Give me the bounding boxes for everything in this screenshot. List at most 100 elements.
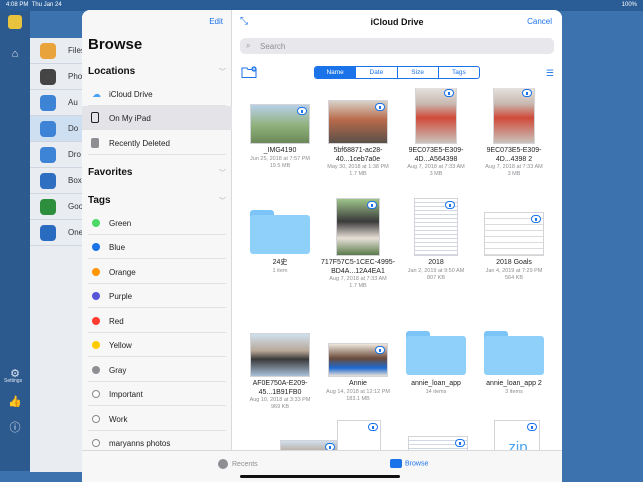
tags-header[interactable]: Tags ﹀: [88, 195, 226, 206]
folder-icon: [390, 459, 402, 468]
favorites-header[interactable]: Favorites ﹀: [88, 167, 226, 178]
file-thumbnail: [414, 198, 458, 256]
home-icon: ⌂: [11, 48, 19, 60]
browse-sidebar: Edit Browse Locations ﹀ ☁ iCloud Drive On…: [82, 10, 232, 450]
file-item[interactable]: 9EC073E5-E309-4D...A564398 Aug 7, 2018 a…: [398, 88, 474, 198]
location-icloud-drive[interactable]: ☁ iCloud Drive: [88, 82, 226, 106]
tag-work[interactable]: Work: [88, 407, 226, 431]
cloud-download-icon: [375, 346, 385, 354]
chevron-down-icon: ﹀: [219, 170, 226, 177]
file-browser: ⤡ iCloud Drive Cancel ⌕ Search Name Date…: [232, 10, 562, 450]
location-recently-deleted[interactable]: Recently Deleted: [88, 131, 226, 155]
bg-row: Pho: [30, 64, 90, 90]
search-input[interactable]: ⌕ Search: [240, 38, 554, 54]
thumbs-up-icon: 👍: [8, 396, 22, 408]
tag-dot-icon: [92, 243, 100, 251]
sort-tags-button[interactable]: Tags: [439, 67, 479, 78]
file-thumbnail[interactable]: [408, 436, 468, 450]
file-item[interactable]: 717F57C5-1CEC-4995-BD4A...12A4EA1 Aug 7,…: [320, 198, 396, 310]
folder-icon: [250, 210, 310, 254]
trash-icon: [91, 138, 99, 148]
file-item[interactable]: 2018 Jan 2, 2019 at 9:50 AM 807 KB: [398, 198, 474, 310]
file-item[interactable]: 2018 Goals Jan 4, 2019 at 7:29 PM 564 KB: [476, 200, 552, 310]
tag-orange[interactable]: Orange: [88, 260, 226, 284]
locations-header[interactable]: Locations ﹀: [88, 66, 226, 77]
background-list: Files Pho Au Do Dro Box Goo One: [30, 38, 90, 472]
tab-browse[interactable]: Browse: [390, 459, 428, 468]
search-icon: ⌕: [246, 41, 251, 50]
file-thumbnail[interactable]: [337, 420, 381, 450]
bg-row: Au: [30, 90, 90, 116]
file-thumbnail: [250, 104, 310, 144]
cloud-download-icon: [367, 201, 377, 209]
notes-app-icon: [8, 15, 22, 29]
tag-important[interactable]: Important: [88, 382, 226, 406]
file-thumbnail: [336, 198, 380, 256]
file-item[interactable]: _IMG4190 Jun 25, 2018 at 7:57 PM 19.5 MB: [242, 88, 318, 198]
browse-title: Browse: [88, 36, 143, 53]
cloud-download-icon: [325, 443, 335, 450]
search-placeholder: Search: [260, 42, 286, 51]
edit-button[interactable]: Edit: [209, 17, 223, 26]
zip-label: zip: [508, 439, 528, 450]
sort-size-button[interactable]: Size: [398, 67, 439, 78]
home-indicator: [240, 475, 400, 478]
list-view-icon[interactable]: ☰: [546, 68, 554, 79]
file-item[interactable]: AF0E750A-E209-45...1B91FB0 Aug 10, 2018 …: [242, 321, 318, 431]
file-thumbnail: [250, 333, 310, 377]
bg-row: One: [30, 220, 90, 246]
file-thumbnail: [493, 88, 535, 144]
cancel-button[interactable]: Cancel: [527, 17, 552, 26]
sort-name-button[interactable]: Name: [315, 67, 357, 78]
bg-row: Do: [30, 116, 90, 142]
document-picker-sheet: Edit Browse Locations ﹀ ☁ iCloud Drive On…: [82, 10, 562, 482]
file-thumbnail[interactable]: [280, 440, 338, 450]
cloud-download-icon: [522, 89, 532, 97]
tab-recents[interactable]: Recents: [218, 459, 258, 469]
bg-row: Dro: [30, 142, 90, 168]
new-folder-icon[interactable]: [241, 66, 257, 78]
tag-dot-icon: [92, 292, 100, 300]
file-thumbnail: [328, 100, 388, 144]
status-battery: 100%: [621, 2, 637, 8]
tag-dot-icon: [92, 219, 100, 227]
sort-segmented-control: Name Date Size Tags: [314, 66, 480, 79]
cloud-download-icon: [444, 89, 454, 97]
file-item[interactable]: 5bf68871-ac28-40...1ceb7a0e May 30, 2018…: [320, 88, 396, 198]
bg-settings-label: Settings: [4, 378, 23, 384]
tag-purple[interactable]: Purple: [88, 284, 226, 308]
clock-icon: [218, 459, 228, 469]
cloud-download-icon: [368, 423, 378, 431]
cloud-download-icon: [445, 201, 455, 209]
info-icon: ⓘ: [9, 422, 21, 434]
file-thumbnail: [328, 343, 388, 377]
folder-item[interactable]: annie_loan_app 14 items: [398, 321, 474, 431]
tag-dot-icon: [92, 390, 100, 398]
tag-yellow[interactable]: Yellow: [88, 333, 226, 357]
location-on-my-ipad[interactable]: On My iPad: [82, 106, 232, 130]
cloud-download-icon: [531, 215, 541, 223]
sort-date-button[interactable]: Date: [356, 67, 398, 78]
tag-blue[interactable]: Blue: [88, 235, 226, 259]
folder-item[interactable]: 24史 1 item: [242, 200, 318, 310]
tag-red[interactable]: Red: [88, 309, 226, 333]
zip-file-thumbnail[interactable]: zip: [494, 420, 540, 450]
cloud-download-icon: [455, 439, 465, 447]
cloud-download-icon: [297, 107, 307, 115]
folder-icon: [406, 331, 466, 375]
status-time: 4:08 PM Thu Jan 24: [6, 2, 62, 8]
file-thumbnail: [484, 212, 544, 256]
tag-green[interactable]: Green: [88, 211, 226, 235]
tag-dot-icon: [92, 268, 100, 276]
bg-row: Goo: [30, 194, 90, 220]
ipad-icon: [91, 112, 99, 123]
tag-gray[interactable]: Gray: [88, 358, 226, 382]
cloud-icon: ☁: [92, 89, 101, 99]
tag-dot-icon: [92, 317, 100, 325]
tag-dot-icon: [92, 439, 100, 447]
cloud-download-icon: [375, 103, 385, 111]
tag-dot-icon: [92, 341, 100, 349]
file-item[interactable]: Annie Aug 14, 2018 at 12:12 PM 183.1 MB: [320, 321, 396, 431]
file-item[interactable]: 9EC073E5-E309-4D...4398 2 Aug 7, 2018 at…: [476, 88, 552, 198]
folder-item[interactable]: annie_loan_app 2 3 items: [476, 321, 552, 431]
